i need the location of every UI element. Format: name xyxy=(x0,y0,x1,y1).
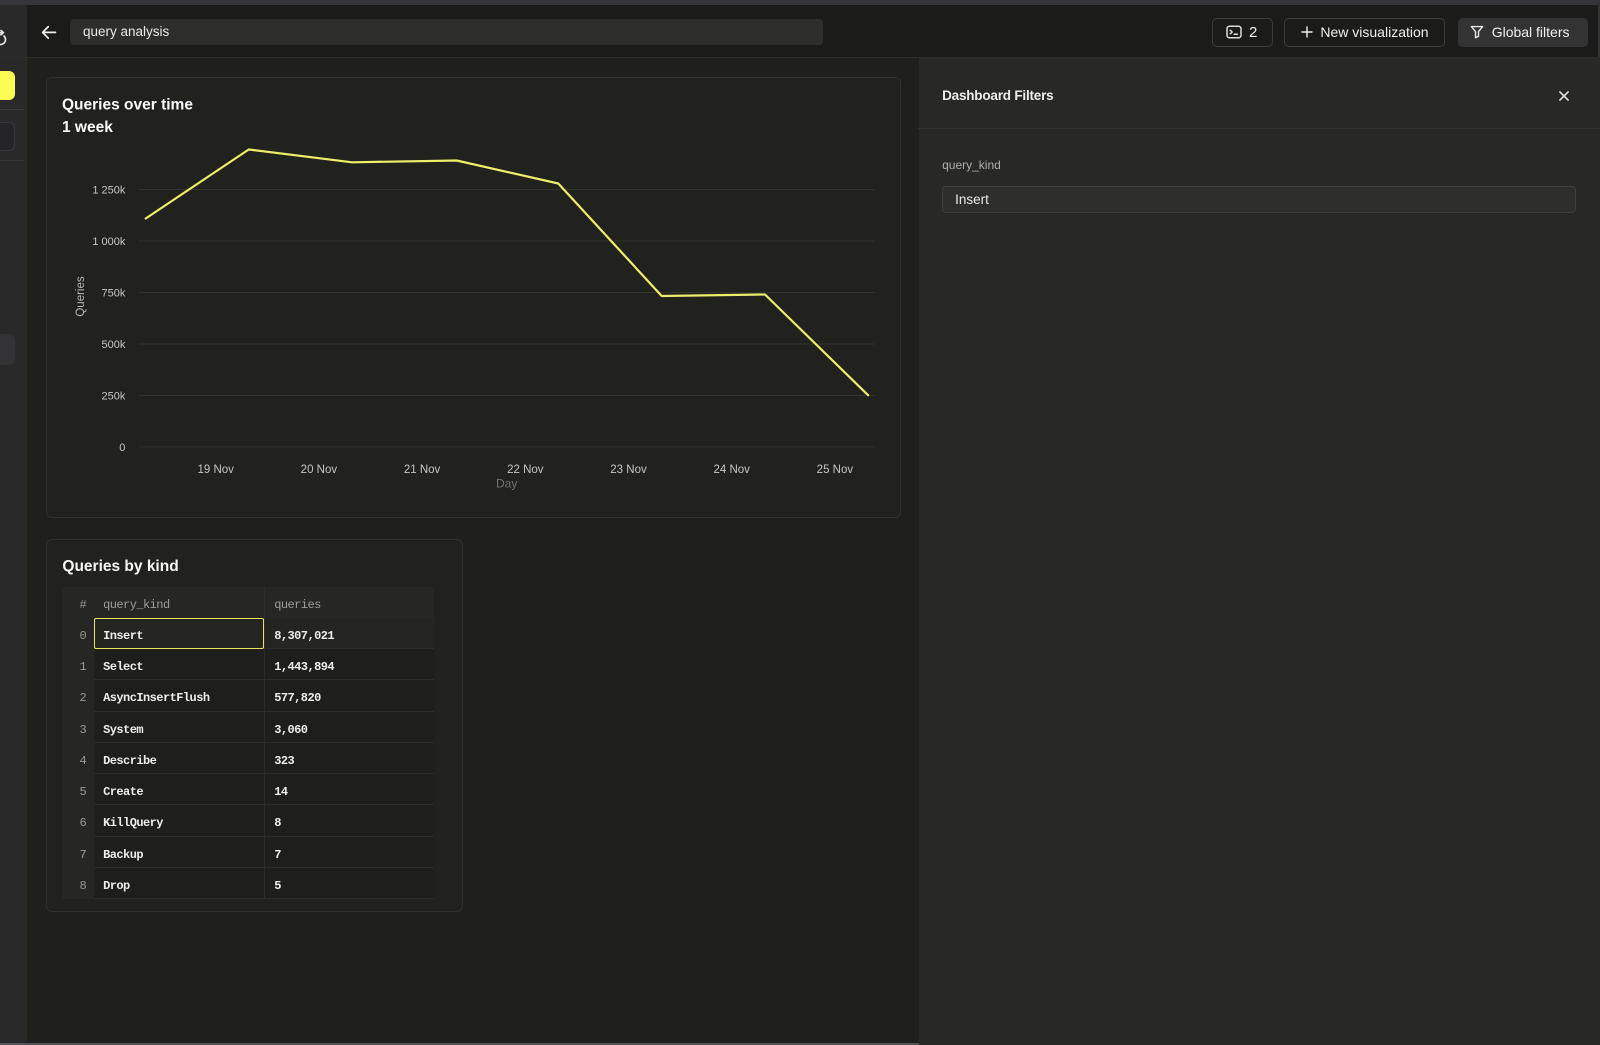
svg-text:24 Nov: 24 Nov xyxy=(714,464,751,476)
svg-text:25 Nov: 25 Nov xyxy=(817,464,854,476)
svg-text:1 250k: 1 250k xyxy=(93,184,127,196)
svg-text:20 Nov: 20 Nov xyxy=(301,464,338,476)
svg-text:250k: 250k xyxy=(102,390,126,402)
svg-text:22 Nov: 22 Nov xyxy=(507,464,544,476)
svg-text:Queries over time: Queries over time xyxy=(62,96,193,113)
svg-text:23 Nov: 23 Nov xyxy=(611,464,648,476)
svg-text:21 Nov: 21 Nov xyxy=(404,464,441,476)
svg-text:1 000k: 1 000k xyxy=(93,236,127,248)
svg-text:Day: Day xyxy=(496,476,517,490)
svg-text:0: 0 xyxy=(120,441,126,453)
svg-text:1 week: 1 week xyxy=(62,119,113,136)
svg-text:500k: 500k xyxy=(102,339,126,351)
svg-text:750k: 750k xyxy=(102,287,126,299)
svg-text:Queries: Queries xyxy=(75,276,87,317)
svg-text:19 Nov: 19 Nov xyxy=(198,464,235,476)
